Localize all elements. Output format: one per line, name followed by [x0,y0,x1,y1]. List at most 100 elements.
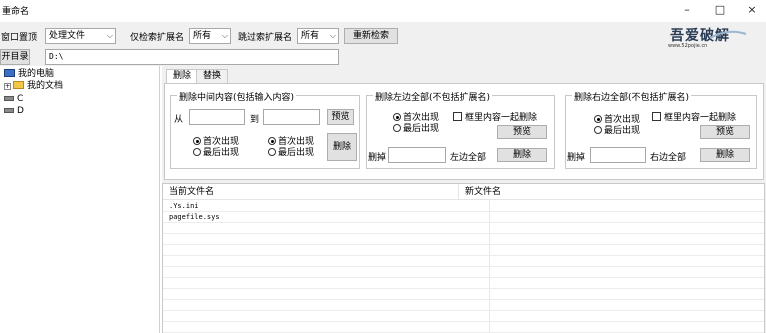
to-label: 到 [250,115,260,125]
chevron-down-icon: ⌵ [329,31,336,40]
radio-label: 最后出现 [403,124,440,134]
only-ext-select[interactable]: 所有 ⌵ [189,28,231,44]
logo: 吾爱破解 www.52pojie.cn [664,25,754,51]
left-first-radio[interactable]: 首次出现 [393,113,439,123]
drive-icon [4,108,14,113]
left-with-box-checkbox[interactable]: 框里内容一起删除 [453,110,537,123]
checkbox-icon [453,112,462,121]
path-field[interactable]: D:\ [45,49,339,65]
tree-item-drive-c[interactable]: C [4,94,23,104]
radio-on-icon [393,113,401,121]
middle-from-last-radio[interactable]: 最后出现 [193,148,239,158]
right-delete-button[interactable]: 删除 [700,148,750,162]
middle-to-first-radio[interactable]: 首次出现 [268,137,314,147]
radio-off-icon [594,126,602,134]
group-title: 删除中间内容(包括输入内容) [177,90,297,103]
checkbox-label: 框里内容一起删除 [664,113,737,123]
radio-off-icon [193,148,201,156]
right-last-radio[interactable]: 最后出现 [594,126,640,136]
table-row [163,322,764,333]
right-first-radio[interactable]: 首次出现 [594,115,640,125]
table-row [163,267,764,278]
table-row [163,278,764,289]
tree-item-my-documents[interactable]: + 我的文档 [4,81,63,91]
table-row [163,223,764,234]
radio-label: 首次出现 [403,113,440,123]
drive-icon [4,96,14,101]
left-last-radio[interactable]: 最后出现 [393,124,439,134]
skip-ext-label: 跳过索扩展名 [238,33,293,43]
radio-label: 首次出现 [203,137,240,147]
tab-replace[interactable]: 替换 [196,69,229,83]
tree-drive-c-label: C [17,94,24,104]
table-row [163,300,764,311]
radio-off-icon [268,148,276,156]
tree-root-label: 我的电脑 [18,69,55,79]
folder-tree: 我的电脑 + 我的文档 C D [0,66,160,333]
only-ext-label: 仅检索扩展名 [130,33,185,43]
close-button[interactable]: × [738,2,766,18]
to-input[interactable] [263,109,320,125]
radio-label: 首次出现 [604,115,641,125]
tree-item-my-computer[interactable]: 我的电脑 [4,69,54,79]
skip-ext-select[interactable]: 所有 ⌵ [297,28,339,44]
table-row [163,289,764,300]
table-row [163,256,764,267]
minimize-button[interactable]: – [673,2,701,18]
left-suffix-label: 左边全部 [450,153,487,163]
cell-current: pagefile.sys [169,213,220,221]
middle-preview-button[interactable]: 预览 [327,109,354,125]
radio-on-icon [193,137,201,145]
left-preview-button[interactable]: 预览 [497,125,547,139]
action-select-value: 处理文件 [49,31,86,41]
radio-label: 最后出现 [604,126,641,136]
group-delete-left: 删除左边全部(不包括扩展名) 首次出现 最后出现 框里内容一起删除 预览 删掉 … [366,90,555,169]
open-directory-button[interactable]: 开目录 [0,49,30,65]
middle-to-last-radio[interactable]: 最后出现 [268,148,314,158]
table-row [163,245,764,256]
radio-on-icon [268,137,276,145]
skip-ext-value: 所有 [301,31,320,41]
radio-label: 最后出现 [203,148,240,158]
radio-label: 最后出现 [278,148,315,158]
group-delete-right: 删除右边全部(不包括扩展名) 首次出现 最后出现 框里内容一起删除 预览 删掉 … [565,90,757,169]
radio-off-icon [393,124,401,132]
action-select[interactable]: 处理文件 ⌵ [45,28,116,44]
radio-on-icon [594,115,602,123]
tab-content: 删除中间内容(包括输入内容) 从 到 预览 首次出现 最后出现 首次出现 最后出… [164,83,764,180]
folder-icon [13,81,24,89]
checkbox-label: 框里内容一起删除 [465,113,538,123]
computer-icon [4,69,15,77]
column-header-current[interactable]: 当前文件名 [163,184,459,200]
left-delete-button[interactable]: 删除 [497,148,547,162]
checkbox-icon [652,112,661,121]
file-list: 当前文件名 新文件名 .Ys.ini pagefile.sys [162,183,765,333]
window-title: 重命名 [2,7,30,17]
left-delete-input[interactable] [388,147,446,163]
title-bar: 重命名 – □ × [0,0,766,22]
chevron-down-icon: ⌵ [221,31,228,40]
table-row [163,311,764,322]
table-row[interactable]: .Ys.ini [163,201,764,212]
right-suffix-label: 右边全部 [650,153,687,163]
tree-drive-d-label: D [17,106,24,116]
radio-label: 首次出现 [278,137,315,147]
window-topmost-label[interactable]: 窗口置顶 [1,30,37,43]
right-delete-input[interactable] [590,147,646,163]
only-ext-value: 所有 [193,31,212,41]
maximize-button[interactable]: □ [706,2,734,18]
expand-icon: + [4,83,11,90]
column-header-new[interactable]: 新文件名 [459,184,764,200]
table-row[interactable]: pagefile.sys [163,212,764,223]
right-preview-button[interactable]: 预览 [700,125,750,139]
from-label: 从 [174,115,184,125]
middle-from-first-radio[interactable]: 首次出现 [193,137,239,147]
tab-delete[interactable]: 删除 [166,69,199,83]
toolbar: 窗口置顶 处理文件 ⌵ 仅检索扩展名 所有 ⌵ 跳过索扩展名 所有 ⌵ 重新检索… [0,22,766,66]
tree-item-drive-d[interactable]: D [4,106,24,116]
right-with-box-checkbox[interactable]: 框里内容一起删除 [652,110,736,123]
table-row [163,234,764,245]
from-input[interactable] [189,109,245,125]
research-button[interactable]: 重新检索 [344,28,398,44]
middle-delete-button[interactable]: 删除 [327,133,357,161]
